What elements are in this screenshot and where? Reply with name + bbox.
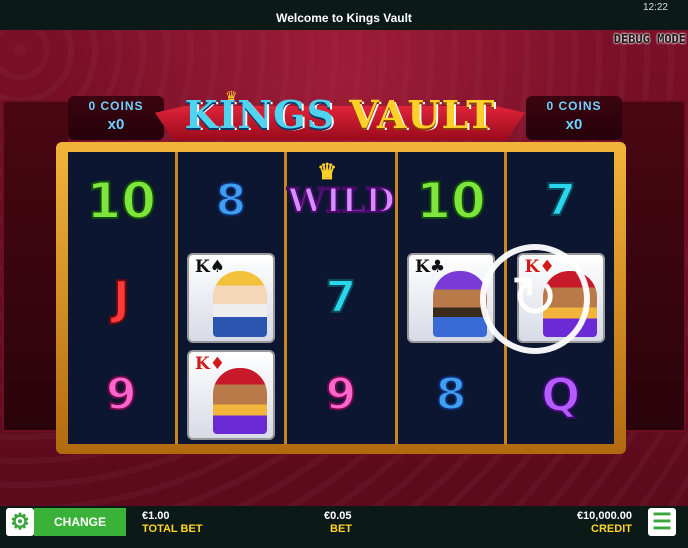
card-corner: K♦ [194,353,225,374]
bet-label: BET [330,523,352,535]
logo-word-vault: VAULT [349,92,496,137]
spin-button[interactable]: ↻ [480,244,590,354]
change-bet-button[interactable]: CHANGE [34,508,126,536]
symbol-7: 7 [325,271,358,324]
coins-counter-right: 0 COINS x0 [526,96,622,140]
bet-value: €0.05 [324,510,352,522]
debug-mode-label: DEBUG MODE [613,32,686,46]
reel-2: 8 K♠ K♦ [174,152,285,444]
symbol-king-diamonds: K♦ [178,346,285,443]
reel-1: 10 J 9 [68,152,175,444]
card-corner: K♣ [415,256,446,277]
game-stage: DEBUG MODE 0 COINS x0 0 COINS x0 ♛ KINGS… [0,30,688,506]
wild-label: WILD [286,180,395,222]
logo-word-kings: KINGS [184,92,336,137]
hamburger-menu-icon[interactable]: ☰ [648,508,676,536]
crown-icon: ♛ [317,158,337,185]
coins-label: 0 COINS [546,99,602,113]
king-spades-card: K♠ [186,252,275,343]
symbol-wild: ♛ WILD [286,152,395,249]
top-bar: Welcome to Kings Vault 12:22 [0,0,688,30]
game-title: Welcome to Kings Vault [276,11,412,25]
king-portrait [212,367,267,434]
king-diamonds-card: K♦ [186,349,275,440]
logo-text: KINGS VAULT [155,92,525,137]
symbol-10: 10 [415,171,487,231]
wild-symbol: ♛ WILD [286,159,395,222]
king-portrait [433,270,488,337]
symbol-8: 8 [435,368,468,421]
coins-multiplier: x0 [565,116,583,133]
total-bet-label: TOTAL BET [142,523,203,535]
symbol-8: 8 [215,174,248,227]
reel-3: ♛ WILD 7 9 [284,152,396,444]
symbol-9: 9 [325,368,358,421]
clock: 12:22 [642,2,668,13]
spin-arrow-icon: ↻ [510,265,559,330]
king-portrait [212,270,267,337]
bottom-bar: ⚙ CHANGE €1.00 TOTAL BET €0.05 BET €10,0… [0,506,688,548]
coins-counter-left: 0 COINS x0 [68,96,164,140]
symbol-king-spades: K♠ [178,249,285,346]
credit-value: €10,000.00 [576,510,632,522]
symbol-7: 7 [544,174,577,227]
total-bet-value: €1.00 [142,510,170,522]
right-side-panel [618,100,686,432]
symbol-j: J [112,270,131,326]
coins-multiplier: x0 [107,116,125,133]
gear-icon[interactable]: ⚙ [6,508,34,536]
symbol-10: 10 [86,171,158,231]
credit-label: CREDIT [591,523,632,535]
coins-label: 0 COINS [88,99,144,113]
card-corner: K♠ [194,256,225,277]
game-logo: ♛ KINGS VAULT [155,88,525,150]
symbol-q: Q [540,367,581,423]
symbol-9: 9 [105,368,138,421]
